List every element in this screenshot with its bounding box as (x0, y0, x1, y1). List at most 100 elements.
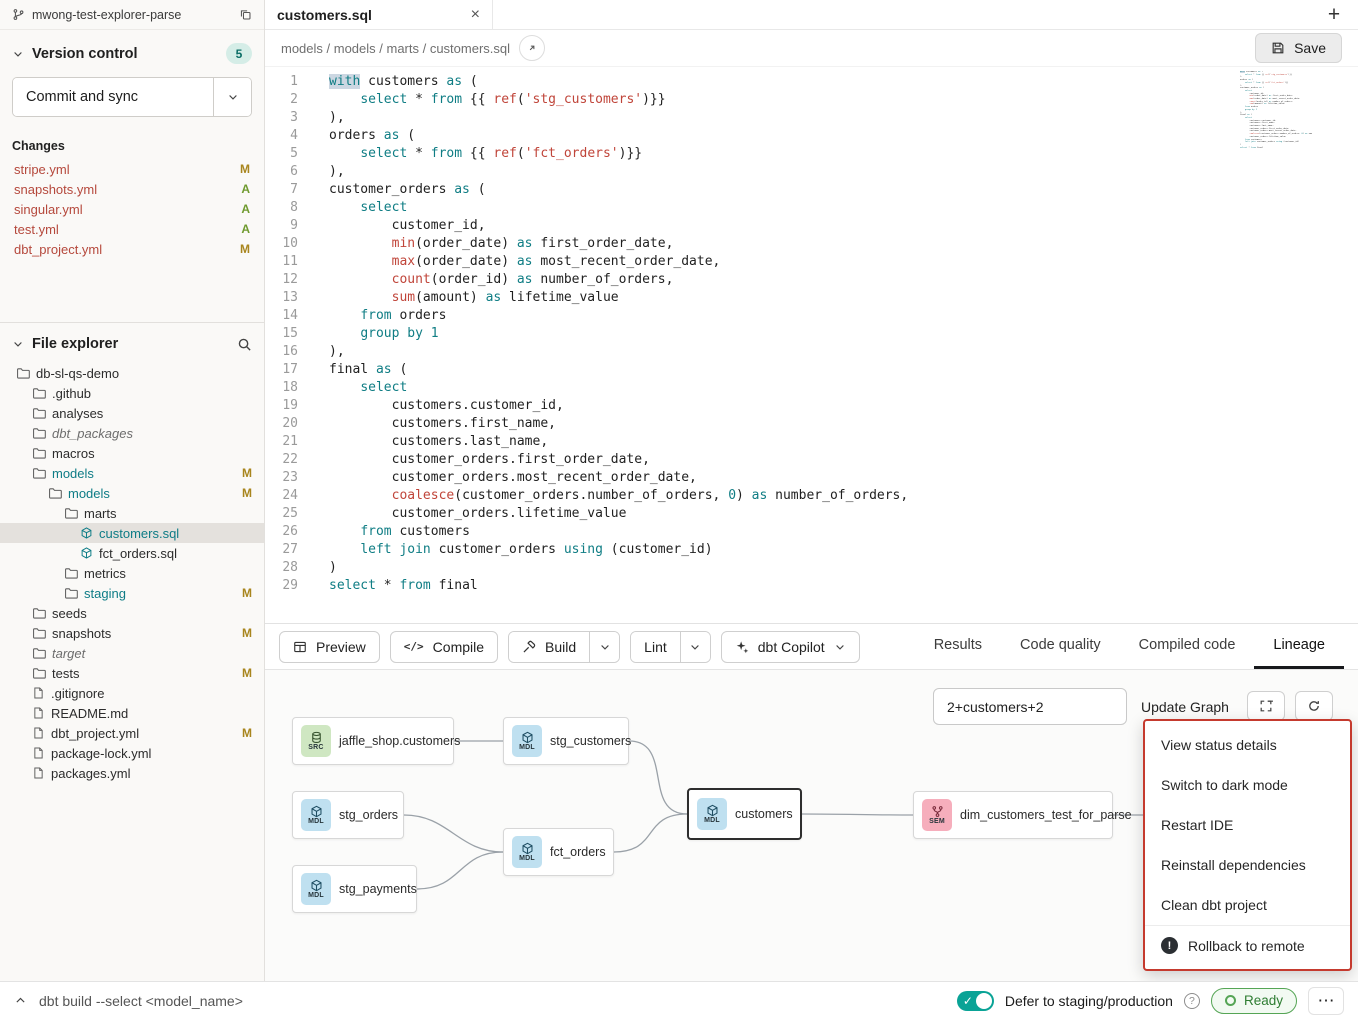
refresh-icon[interactable] (1295, 691, 1333, 721)
dbt-copilot-button[interactable]: dbt Copilot (721, 631, 860, 663)
menu-item-restart-ide[interactable]: Restart IDE (1145, 805, 1350, 845)
tree-item-README.md[interactable]: README.md (0, 703, 264, 723)
preview-button[interactable]: Preview (279, 631, 380, 663)
menu-item-switch-to-dark-mode[interactable]: Switch to dark mode (1145, 765, 1350, 805)
arrow-up-right-icon (526, 42, 538, 54)
changed-file-test.yml[interactable]: test.ymlA (0, 219, 264, 239)
tree-item-target[interactable]: target (0, 643, 264, 663)
tree-item-snapshots[interactable]: snapshotsM (0, 623, 264, 643)
compile-button[interactable]: </> Compile (390, 631, 498, 663)
commit-and-sync-button[interactable]: Commit and sync (13, 78, 213, 116)
tree-item-dbt_project.yml[interactable]: dbt_project.ymlM (0, 723, 264, 743)
tree-item-package-lock.yml[interactable]: package-lock.yml (0, 743, 264, 763)
tree-item-marts[interactable]: marts (0, 503, 264, 523)
ready-label: Ready (1244, 993, 1283, 1008)
lineage-node-jaffle_shop_customers[interactable]: SRCjaffle_shop.customers (292, 717, 454, 765)
close-tab-icon[interactable]: × (471, 7, 480, 23)
tab-customers-sql[interactable]: customers.sql × (265, 0, 493, 29)
lineage-node-fct_orders[interactable]: MDLfct_orders (503, 828, 614, 876)
model-icon (80, 546, 93, 560)
tree-item-macros[interactable]: macros (0, 443, 264, 463)
tree-item-analyses[interactable]: analyses (0, 403, 264, 423)
code-line-6: ), (329, 163, 1358, 181)
editor-tab-bar: customers.sql × + (265, 0, 1358, 30)
tree-item-.gitignore[interactable]: .gitignore (0, 683, 264, 703)
tree-item-.github[interactable]: .github (0, 383, 264, 403)
open-in-docs-button[interactable] (519, 35, 545, 61)
cli-command-text[interactable]: dbt build --select <model_name> (39, 993, 243, 1009)
sem-badge-icon: SEM (922, 799, 952, 831)
help-icon[interactable]: ? (1184, 993, 1200, 1009)
lineage-node-stg_orders[interactable]: MDLstg_orders (292, 791, 404, 839)
folder-icon (48, 486, 62, 500)
fullscreen-icon[interactable] (1247, 691, 1285, 721)
search-files-button[interactable] (237, 337, 252, 352)
commit-options-dropdown[interactable] (213, 78, 251, 116)
version-control-title: Version control (32, 46, 138, 62)
model-icon (80, 526, 93, 540)
file-explorer-header[interactable]: File explorer (0, 323, 264, 363)
save-icon (1271, 41, 1285, 55)
tree-item-models[interactable]: modelsM (0, 483, 264, 503)
mdl-badge-icon: MDL (301, 799, 331, 831)
status-badge[interactable]: Ready (1211, 988, 1297, 1014)
tab-code-quality[interactable]: Code quality (1001, 624, 1120, 669)
lineage-node-label: stg_customers (550, 734, 631, 748)
code-editor[interactable]: with customers as ( select * from {{ ref… (313, 67, 1358, 623)
dbt-ide-app: mwong-test-explorer-parse Version contro… (0, 0, 1358, 1019)
defer-toggle[interactable]: ✓ (957, 991, 994, 1011)
tab-lineage[interactable]: Lineage (1254, 624, 1344, 669)
tree-item-label: models (52, 466, 94, 481)
save-button[interactable]: Save (1255, 33, 1342, 63)
changed-file-dbt_project.yml[interactable]: dbt_project.ymlM (0, 239, 264, 259)
changed-file-singular.yml[interactable]: singular.ymlA (0, 199, 264, 219)
changed-file-name: test.yml (14, 222, 59, 237)
code-line-25: customer_orders.lifetime_value (329, 505, 1358, 523)
tree-item-metrics[interactable]: metrics (0, 563, 264, 583)
lineage-node-dim_customers_test_for_parse[interactable]: SEMdim_customers_test_for_parse (913, 791, 1113, 839)
tree-item-seeds[interactable]: seeds (0, 603, 264, 623)
copy-branch-button[interactable] (239, 8, 252, 21)
lineage-node-customers[interactable]: MDLcustomers (687, 788, 802, 840)
tab-compiled-code[interactable]: Compiled code (1120, 624, 1255, 669)
changed-file-snapshots.yml[interactable]: snapshots.ymlA (0, 179, 264, 199)
src-badge-icon: SRC (301, 725, 331, 757)
tree-item-customers.sql[interactable]: customers.sql (0, 523, 264, 543)
menu-item-label: Rollback to remote (1188, 938, 1305, 954)
code-line-20: customers.first_name, (329, 415, 1358, 433)
tree-item-packages.yml[interactable]: packages.yml (0, 763, 264, 783)
lineage-node-stg_customers[interactable]: MDLstg_customers (503, 717, 629, 765)
more-options-button[interactable]: ⋯ (1308, 987, 1344, 1015)
version-control-header[interactable]: Version control 5 (0, 30, 264, 73)
tree-item-staging[interactable]: stagingM (0, 583, 264, 603)
tree-item-label: dbt_project.yml (51, 726, 139, 741)
lineage-node-label: jaffle_shop.customers (339, 734, 460, 748)
folder-icon (32, 406, 46, 420)
tree-item-dbt_packages[interactable]: dbt_packages (0, 423, 264, 443)
tree-item-db-sl-qs-demo[interactable]: db-sl-qs-demo (0, 363, 264, 383)
lineage-selector-input[interactable] (933, 688, 1127, 725)
build-button[interactable]: Build (509, 632, 589, 662)
tree-item-fct_orders.sql[interactable]: fct_orders.sql (0, 543, 264, 563)
menu-item-rollback-to-remote[interactable]: !Rollback to remote (1145, 925, 1350, 965)
menu-item-clean-dbt-project[interactable]: Clean dbt project (1145, 885, 1350, 925)
new-tab-button[interactable]: + (1310, 0, 1358, 29)
minimap[interactable]: with customers as ( select * from {{ ref… (1240, 71, 1312, 149)
chevron-down-icon (689, 641, 701, 653)
changed-file-stripe.yml[interactable]: stripe.ymlM (0, 159, 264, 179)
menu-item-view-status-details[interactable]: View status details (1145, 725, 1350, 765)
build-dropdown[interactable] (589, 632, 619, 662)
lint-button[interactable]: Lint (631, 632, 680, 662)
tree-item-models[interactable]: modelsM (0, 463, 264, 483)
code-line-13: sum(amount) as lifetime_value (329, 289, 1358, 307)
code-line-27: left join customer_orders using (custome… (329, 541, 1358, 559)
lineage-node-stg_payments[interactable]: MDLstg_payments (292, 865, 417, 913)
tree-item-label: models (68, 486, 110, 501)
lint-dropdown[interactable] (680, 632, 710, 662)
folder-icon (16, 366, 30, 380)
tab-results[interactable]: Results (915, 624, 1001, 669)
tree-item-tests[interactable]: testsM (0, 663, 264, 683)
chevron-up-icon[interactable] (14, 994, 27, 1007)
menu-item-reinstall-dependencies[interactable]: Reinstall dependencies (1145, 845, 1350, 885)
tree-item-label: macros (52, 446, 95, 461)
